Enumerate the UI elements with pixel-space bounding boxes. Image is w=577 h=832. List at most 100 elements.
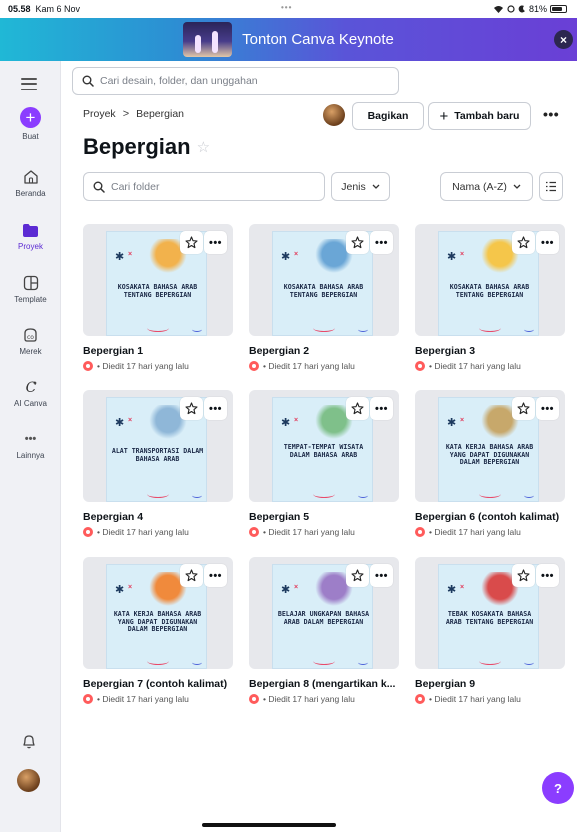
search-icon [93,181,105,193]
more-icon: ••• [374,236,389,249]
sparkle-decoration: ✱ [115,417,125,429]
home-indicator[interactable] [202,823,336,827]
star-icon [351,236,364,249]
keynote-banner[interactable]: Tonton Canva Keynote × [0,18,577,61]
poster-text: KATA KERJA BAHASA ARAB YANG DAPAT DIGUNA… [113,610,202,634]
design-title[interactable]: Bepergian 1 [83,345,143,357]
design-title[interactable]: Bepergian 4 [83,511,143,523]
star-button[interactable] [180,397,203,420]
avatar[interactable] [17,769,40,792]
design-card[interactable]: ✱ × KATA KERJA BAHASA ARAB YANG DAPAT DIGU… [415,390,565,537]
x-decoration: × [294,584,299,591]
swirl-decoration [313,657,335,665]
star-icon[interactable]: ☆ [197,138,210,156]
design-card[interactable]: ✱ × KOSAKATA BAHASA ARAB TENTANG BEPERGIAN… [83,224,233,371]
more-icon: ••• [24,433,37,445]
design-meta: • Diedit 17 hari yang lalu [415,694,521,704]
sparkle-decoration: ✱ [281,417,291,429]
sidebar-item-label: Lainnya [16,451,45,460]
sidebar-item-brand[interactable]: co Merek [0,325,61,356]
wave-decoration [524,660,534,665]
list-view-icon [546,181,556,192]
swirl-decoration [147,657,169,665]
plus-icon: + [20,107,41,128]
poster-text: KOSAKATA BAHASA ARAB TENTANG BEPERGIAN [449,283,530,299]
multitask-dots[interactable]: ••• [281,3,292,12]
swirl-decoration [313,324,335,332]
sparkle-decoration: ✱ [281,584,291,596]
breadcrumb-root[interactable]: Proyek [83,108,116,120]
design-card[interactable]: ✱ × KATA KERJA BAHASA ARAB YANG DAPAT DIGU… [83,557,233,704]
more-options-button[interactable]: ••• [370,397,393,420]
collaborator-avatar[interactable] [323,104,345,126]
x-decoration: × [460,417,465,424]
sidebar-item-create[interactable]: + Buat [0,107,61,141]
design-card[interactable]: ✱ × TEBAK KOSAKATA BAHASA ARAB TENTANG BEP… [415,557,565,704]
sparkle-decoration: ✱ [115,584,125,596]
add-new-button[interactable]: + Tambah baru [428,102,531,130]
share-button[interactable]: Bagikan [352,102,424,130]
design-card[interactable]: ✱ × KOSAKATA BAHASA ARAB TENTANG BEPERGIAN… [249,224,399,371]
design-title[interactable]: Bepergian 2 [249,345,309,357]
star-button[interactable] [346,564,369,587]
search-input[interactable]: Cari desain, folder, dan unggahan [72,67,399,95]
more-options-button[interactable]: ••• [204,231,227,254]
poster-text: BELAJAR UNGKAPAN BAHASA ARAB DALAM BEPER… [277,610,370,626]
type-dropdown[interactable]: Jenis [331,172,390,201]
design-title[interactable]: Bepergian 3 [415,345,475,357]
sort-dropdown[interactable]: Nama (A-Z) [440,172,533,201]
design-meta: • Diedit 17 hari yang lalu [83,527,189,537]
sidebar-item-label: Merek [19,347,42,356]
sidebar-item-ai-canva[interactable]: C AI Canva [0,377,61,408]
folder-icon [21,220,41,240]
canva-badge-icon [415,694,425,704]
more-options-button[interactable]: ••• [536,564,559,587]
x-decoration: × [128,417,133,424]
more-options-button[interactable]: ••• [536,397,559,420]
design-card[interactable]: ✱ × ALAT TRANSPORTASI DALAM BAHASA ARAB •••… [83,390,233,537]
design-title[interactable]: Bepergian 6 (contoh kalimat) [415,511,559,523]
design-card[interactable]: ✱ × KOSAKATA BAHASA ARAB TENTANG BEPERGIAN… [415,224,565,371]
design-title[interactable]: Bepergian 9 [415,678,475,690]
sidebar-item-projects[interactable]: Proyek [0,220,61,251]
more-options-button[interactable]: ••• [536,231,559,254]
close-icon[interactable]: × [554,30,573,49]
star-button[interactable] [512,397,535,420]
banner-title[interactable]: Tonton Canva Keynote [242,31,394,48]
design-card[interactable]: ✱ × BELAJAR UNGKAPAN BAHASA ARAB DALAM BEP… [249,557,399,704]
star-button[interactable] [180,564,203,587]
search-icon [82,75,94,87]
star-button[interactable] [346,397,369,420]
poster-text: KOSAKATA BAHASA ARAB TENTANG BEPERGIAN [283,283,364,299]
sparkle-decoration: ✱ [447,417,457,429]
sidebar-item-home[interactable]: Beranda [0,167,61,198]
design-title[interactable]: Bepergian 8 (mengartikan k... [249,678,395,690]
more-options-button[interactable]: ••• [370,564,393,587]
more-options-icon[interactable]: ••• [543,106,559,122]
sidebar-item-templates[interactable]: Template [0,273,61,304]
star-icon [517,402,530,415]
more-options-button[interactable]: ••• [204,397,227,420]
bell-icon[interactable] [21,733,37,755]
help-button[interactable]: ? [542,772,574,804]
star-button[interactable] [512,231,535,254]
star-button[interactable] [512,564,535,587]
list-view-button[interactable] [539,172,563,201]
design-title[interactable]: Bepergian 5 [249,511,309,523]
sidebar-item-more[interactable]: ••• Lainnya [0,429,61,460]
page-title: Bepergian ☆ [83,134,210,160]
folder-search-input[interactable]: Cari folder [83,172,325,201]
edited-time: • Diedit 17 hari yang lalu [263,694,355,704]
design-title[interactable]: Bepergian 7 (contoh kalimat) [83,678,227,690]
design-card[interactable]: ✱ × TEMPAT-TEMPAT WISATA DALAM BAHASA ARAB… [249,390,399,537]
star-button[interactable] [346,231,369,254]
x-decoration: × [294,417,299,424]
hamburger-menu-icon[interactable] [21,78,37,90]
folder-search-placeholder: Cari folder [111,180,160,193]
sidebar-item-label: Buat [22,132,39,141]
status-time: 05.58 [8,4,31,14]
more-options-button[interactable]: ••• [204,564,227,587]
star-button[interactable] [180,231,203,254]
sidebar-item-label: AI Canva [14,399,47,408]
more-options-button[interactable]: ••• [370,231,393,254]
